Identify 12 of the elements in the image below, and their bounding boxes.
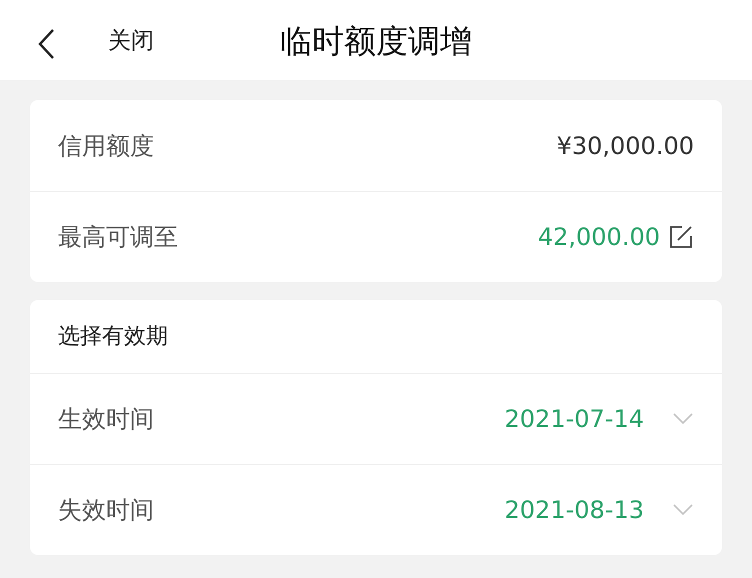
close-button[interactable]: 关闭: [108, 28, 154, 56]
row-label: 失效时间: [58, 495, 154, 526]
date-value[interactable]: 2021-08-13: [504, 492, 644, 528]
row-label: 信用额度: [58, 130, 154, 162]
row-value: 42,000.00: [538, 222, 660, 253]
section-heading: 选择有效期: [58, 323, 168, 351]
row-label: 最高可调至: [58, 222, 178, 253]
row-label: 生效时间: [58, 404, 154, 435]
edit-icon[interactable]: [668, 224, 694, 250]
page-title: 临时额度调增: [280, 22, 472, 60]
row-value: ¥30,000.00: [556, 130, 694, 162]
date-value[interactable]: 2021-07-14: [504, 401, 644, 437]
